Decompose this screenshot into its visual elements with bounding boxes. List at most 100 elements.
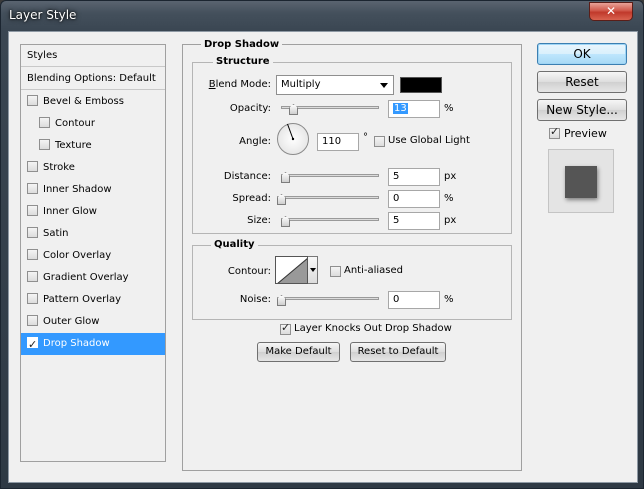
distance-slider[interactable] [281,171,379,183]
spread-slider[interactable] [277,193,379,205]
style-item-label: Stroke [43,162,75,173]
slider-track [281,218,379,221]
style-item-satin[interactable]: Satin [21,223,165,245]
style-item-label: Gradient Overlay [43,272,129,283]
style-item-drop-shadow[interactable]: Drop Shadow [21,333,165,356]
angle-dial[interactable] [277,123,309,155]
style-item-pattern-overlay[interactable]: Pattern Overlay [21,289,165,311]
opacity-value: 13 [393,103,408,114]
style-item-label: Color Overlay [43,250,112,261]
opacity-label: Opacity: [229,103,271,114]
noise-unit: % [444,294,454,305]
anti-aliased-label[interactable]: Anti-aliased [344,265,403,276]
style-preview [548,149,614,213]
window-title: Layer Style [9,8,77,22]
style-item-label: Outer Glow [43,316,100,327]
style-item-inner-shadow[interactable]: Inner Shadow [21,179,165,201]
quality-title: Quality [211,239,258,250]
styles-header[interactable]: Styles [21,45,165,67]
angle-input[interactable]: 110 [317,133,359,151]
distance-unit: px [444,171,457,182]
bevel-emboss-checkbox[interactable] [27,95,38,106]
distance-value: 5 [393,171,400,182]
size-input[interactable]: 5 [388,212,440,230]
layer-knocks-out-label[interactable]: Layer Knocks Out Drop Shadow [294,323,452,334]
style-item-label: Texture [55,140,92,151]
close-button[interactable]: ✕ [589,2,633,21]
noise-label: Noise: [239,294,271,305]
style-list: Styles Blending Options: Default Bevel &… [20,44,166,462]
spread-input[interactable]: 0 [388,190,440,208]
spread-value: 0 [393,193,400,204]
inner-glow-checkbox[interactable] [27,205,38,216]
contour-dropdown-button[interactable] [308,256,318,284]
spread-unit: % [444,193,454,204]
style-item-gradient-overlay[interactable]: Gradient Overlay [21,267,165,289]
new-style-button[interactable]: New Style... [537,99,627,121]
contour-checkbox[interactable] [39,117,50,128]
style-item-bevel-emboss[interactable]: Bevel & Emboss [21,91,165,113]
use-global-light-label[interactable]: Use Global Light [388,135,470,146]
structure-title: Structure [213,56,273,67]
ok-button[interactable]: OK [537,43,627,65]
stroke-checkbox[interactable] [27,161,38,172]
reset-button[interactable]: Reset [537,71,627,93]
style-item-outer-glow[interactable]: Outer Glow [21,311,165,333]
gradient-overlay-checkbox[interactable] [27,271,38,282]
style-item-label: Inner Shadow [43,184,112,195]
pattern-overlay-checkbox[interactable] [27,293,38,304]
structure-group: Structure Blend Mode: Multiply Opacity: … [192,56,512,234]
drop-shadow-checkbox[interactable] [27,334,38,356]
size-slider[interactable] [281,215,379,227]
preview-checkbox[interactable] [549,125,560,139]
drop-shadow-title: Drop Shadow [201,39,283,50]
slider-track [277,297,379,300]
blend-mode-label-text: lend Mode: [215,79,271,90]
style-item-inner-glow[interactable]: Inner Glow [21,201,165,223]
reset-to-default-button[interactable]: Reset to Default [350,342,446,362]
title-bar[interactable]: Layer Style ✕ [1,1,644,31]
anti-aliased-checkbox[interactable] [330,266,341,277]
spread-label: Spread: [232,193,271,204]
style-item-contour[interactable]: Contour [21,113,165,135]
dialog-client: Styles Blending Options: Default Bevel &… [8,31,638,483]
angle-label: Angle: [239,136,271,147]
style-item-stroke[interactable]: Stroke [21,157,165,179]
blend-mode-select[interactable]: Multiply [276,75,394,95]
angle-needle-icon [287,123,295,141]
style-item-label: Pattern Overlay [43,294,122,305]
blending-options-item[interactable]: Blending Options: Default [21,68,165,90]
style-item-texture[interactable]: Texture [21,135,165,157]
inner-shadow-checkbox[interactable] [27,183,38,194]
size-unit: px [444,215,457,226]
satin-checkbox[interactable] [27,227,38,238]
size-label: Size: [247,215,271,226]
style-item-label: Contour [55,118,95,129]
slider-track [277,196,379,199]
layer-knocks-out-checkbox[interactable] [280,321,291,335]
preview-label[interactable]: Preview [564,127,607,140]
use-global-light-checkbox[interactable] [374,136,385,147]
make-default-button[interactable]: Make Default [257,342,340,362]
noise-slider[interactable] [277,294,379,306]
angle-value: 110 [322,136,342,147]
style-item-label: Drop Shadow [43,338,110,349]
noise-value: 0 [393,294,400,305]
opacity-input[interactable]: 13 [388,100,440,118]
style-item-label: Inner Glow [43,206,97,217]
drop-shadow-panel: Drop Shadow Structure Blend Mode: Multip… [182,39,522,471]
texture-checkbox[interactable] [39,139,50,150]
layer-style-window: Layer Style ✕ Styles Blending Options: D… [0,0,644,489]
noise-input[interactable]: 0 [388,291,440,309]
angle-unit: ° [363,132,368,143]
opacity-slider[interactable] [281,103,379,115]
linear-contour-icon [277,258,307,283]
distance-input[interactable]: 5 [388,168,440,186]
style-item-color-overlay[interactable]: Color Overlay [21,245,165,267]
contour-picker[interactable] [275,256,308,284]
color-overlay-checkbox[interactable] [27,249,38,260]
close-icon[interactable]: ✕ [606,4,616,18]
shadow-color-swatch[interactable] [400,77,442,93]
outer-glow-checkbox[interactable] [27,315,38,326]
size-value: 5 [393,215,400,226]
